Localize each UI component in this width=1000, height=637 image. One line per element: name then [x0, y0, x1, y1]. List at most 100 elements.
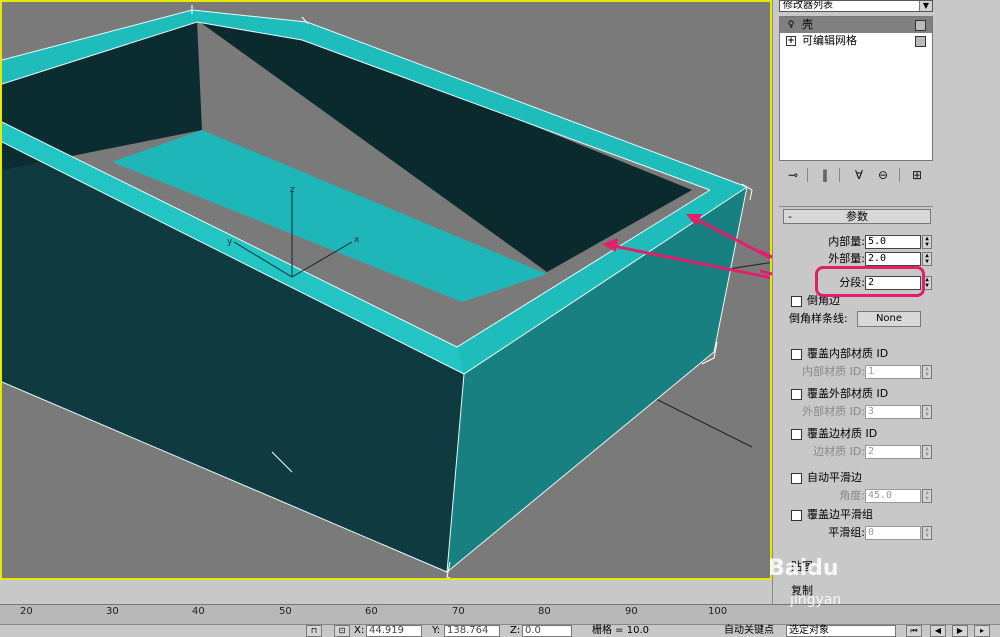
- lightbulb-icon[interactable]: ♀: [786, 20, 796, 30]
- ruler-tick: 70: [452, 606, 465, 617]
- y-coord-field[interactable]: 138.764: [444, 625, 500, 637]
- parameters-header[interactable]: - 参数: [783, 209, 931, 224]
- toolbar-divider: [899, 168, 900, 182]
- bevel-edges-checkbox[interactable]: [791, 296, 802, 307]
- angle-row: 角度: 45.0 ▲ ▼: [779, 488, 933, 504]
- override-outer-mat-label: 覆盖外部材质 ID: [807, 387, 889, 400]
- inner-mat-id-label: 内部材质 ID:: [802, 365, 865, 378]
- override-edge-mat-row: 覆盖边材质 ID: [779, 426, 933, 442]
- status-bar: ⊓ ⊡ X: 44.919 Y: 138.764 Z: 0.0 栅格 = 10.…: [0, 624, 1000, 637]
- stack-item-shell[interactable]: ♀ 壳: [780, 17, 932, 33]
- override-edge-mat-checkbox[interactable]: [791, 429, 802, 440]
- show-end-result-icon[interactable]: ‖: [817, 166, 833, 184]
- x-axis-label: x: [354, 235, 360, 245]
- parameters-title: 参数: [846, 210, 868, 223]
- override-outer-mat-row: 覆盖外部材质 ID: [779, 386, 933, 402]
- pin-stack-icon[interactable]: ⊸: [785, 166, 801, 184]
- smooth-group-value: 0: [868, 527, 875, 538]
- timeline-ruler[interactable]: 20 30 40 50 60 70 80 90 100: [0, 604, 1000, 624]
- angle-value: 45.0: [868, 490, 893, 501]
- ruler-tick: 40: [192, 606, 205, 617]
- override-smooth-label: 覆盖边平滑组: [807, 508, 873, 521]
- bevel-spline-label: 倒角样条线:: [789, 312, 848, 325]
- spinner-arrows-icon[interactable]: ▲ ▼: [922, 445, 932, 459]
- modifier-list-dropdown[interactable]: 修改器列表 ▼: [779, 0, 933, 12]
- spinner-arrows-icon[interactable]: ▲ ▼: [922, 365, 932, 379]
- outer-amount-spinner[interactable]: 2.0 ▲ ▼: [865, 252, 932, 266]
- override-smooth-row: 覆盖边平滑组: [779, 507, 933, 523]
- perspective-viewport[interactable]: z x y: [0, 0, 772, 580]
- auto-key-button[interactable]: 自动关键点: [724, 625, 774, 637]
- toolbar-divider: [839, 168, 840, 182]
- play-icon[interactable]: ▶: [952, 625, 968, 637]
- command-panel: 修改器列表 ▼ ♀ 壳 + 可编辑网格 ⊸ ‖ ∀ ⊖ ⊞ - 参数 内部量:: [772, 0, 1000, 605]
- remove-modifier-icon[interactable]: ⊖: [875, 166, 891, 184]
- z-coord-field[interactable]: 0.0: [522, 625, 572, 637]
- inner-amount-spinner[interactable]: 5.0 ▲ ▼: [865, 235, 932, 249]
- shell-box-scene: z x y: [2, 5, 770, 578]
- angle-spinner[interactable]: 45.0 ▲ ▼: [865, 489, 932, 503]
- outer-mat-id-row: 外部材质 ID: 3 ▲ ▼: [779, 404, 933, 420]
- modifier-stack[interactable]: ♀ 壳 + 可编辑网格: [779, 16, 933, 161]
- inner-amount-value: 5.0: [868, 236, 887, 247]
- smooth-group-spinner[interactable]: 0 ▲ ▼: [865, 526, 932, 540]
- edge-mat-id-value: 2: [868, 446, 875, 457]
- inner-amount-label: 内部量:: [828, 235, 865, 248]
- outer-amount-value: 2.0: [868, 253, 887, 264]
- auto-smooth-row: 自动平滑边: [779, 470, 933, 486]
- modifier-list-label: 修改器列表: [783, 0, 833, 11]
- x-coord-label: X:: [354, 625, 365, 636]
- smooth-group-label: 平滑组:: [828, 526, 865, 539]
- outer-mat-id-spinner[interactable]: 3 ▲ ▼: [865, 405, 932, 419]
- grid-size-label: 栅格 = 10.0: [592, 625, 650, 636]
- override-inner-mat-label: 覆盖内部材质 ID: [807, 347, 889, 360]
- selection-set-dropdown[interactable]: 选定对象: [786, 625, 896, 637]
- go-to-start-icon[interactable]: ⏮: [906, 625, 922, 637]
- ruler-tick: 20: [20, 606, 33, 617]
- smooth-group-row: 平滑组: 0 ▲ ▼: [779, 525, 933, 541]
- stack-toolbar: ⊸ ‖ ∀ ⊖ ⊞: [779, 166, 933, 184]
- stack-item-toggle[interactable]: [915, 36, 926, 47]
- inner-mat-id-value: 1: [868, 366, 875, 377]
- plus-icon[interactable]: +: [786, 36, 796, 46]
- make-unique-icon[interactable]: ∀: [851, 166, 867, 184]
- outer-mat-id-value: 3: [868, 406, 875, 417]
- absolute-mode-icon[interactable]: ⊡: [334, 625, 350, 637]
- segments-highlight-annotation: [815, 266, 925, 297]
- collapse-icon: -: [788, 210, 792, 223]
- bevel-spline-row: 倒角样条线: None: [779, 311, 933, 327]
- ruler-tick: 30: [106, 606, 119, 617]
- z-coord-label: Z:: [510, 625, 521, 636]
- stack-item-editable-mesh[interactable]: + 可编辑网格: [780, 33, 932, 49]
- ruler-tick: 80: [538, 606, 551, 617]
- override-outer-mat-checkbox[interactable]: [791, 389, 802, 400]
- spinner-arrows-icon[interactable]: ▲ ▼: [922, 252, 932, 266]
- spinner-arrows-icon[interactable]: ▲ ▼: [922, 526, 932, 540]
- edge-mat-id-row: 边材质 ID: 2 ▲ ▼: [779, 444, 933, 460]
- stack-item-label: 可编辑网格: [802, 34, 857, 47]
- spinner-arrows-icon[interactable]: ▲ ▼: [922, 405, 932, 419]
- jingyan-watermark: jingyan: [790, 592, 842, 608]
- angle-label: 角度:: [839, 489, 865, 502]
- edge-mat-id-spinner[interactable]: 2 ▲ ▼: [865, 445, 932, 459]
- outer-amount-label: 外部量:: [828, 252, 865, 265]
- baidu-watermark-logo: Baidu: [768, 556, 839, 581]
- lock-selection-icon[interactable]: ⊓: [306, 625, 322, 637]
- override-smooth-checkbox[interactable]: [791, 510, 802, 521]
- y-coord-label: Y:: [432, 625, 441, 636]
- override-inner-mat-checkbox[interactable]: [791, 349, 802, 360]
- inner-mat-id-row: 内部材质 ID: 1 ▲ ▼: [779, 364, 933, 380]
- chevron-down-icon[interactable]: ▼: [919, 1, 932, 11]
- override-inner-mat-row: 覆盖内部材质 ID: [779, 346, 933, 362]
- spinner-arrows-icon[interactable]: ▲ ▼: [922, 235, 932, 249]
- spinner-arrows-icon[interactable]: ▲ ▼: [922, 489, 932, 503]
- auto-smooth-label: 自动平滑边: [807, 471, 862, 484]
- x-coord-field[interactable]: 44.919: [366, 625, 422, 637]
- next-frame-icon[interactable]: ▸: [974, 625, 990, 637]
- inner-mat-id-spinner[interactable]: 1 ▲ ▼: [865, 365, 932, 379]
- previous-frame-icon[interactable]: ◀: [930, 625, 946, 637]
- bevel-spline-button[interactable]: None: [857, 311, 921, 327]
- stack-item-toggle[interactable]: [915, 20, 926, 31]
- configure-modifier-sets-icon[interactable]: ⊞: [909, 166, 925, 184]
- auto-smooth-checkbox[interactable]: [791, 473, 802, 484]
